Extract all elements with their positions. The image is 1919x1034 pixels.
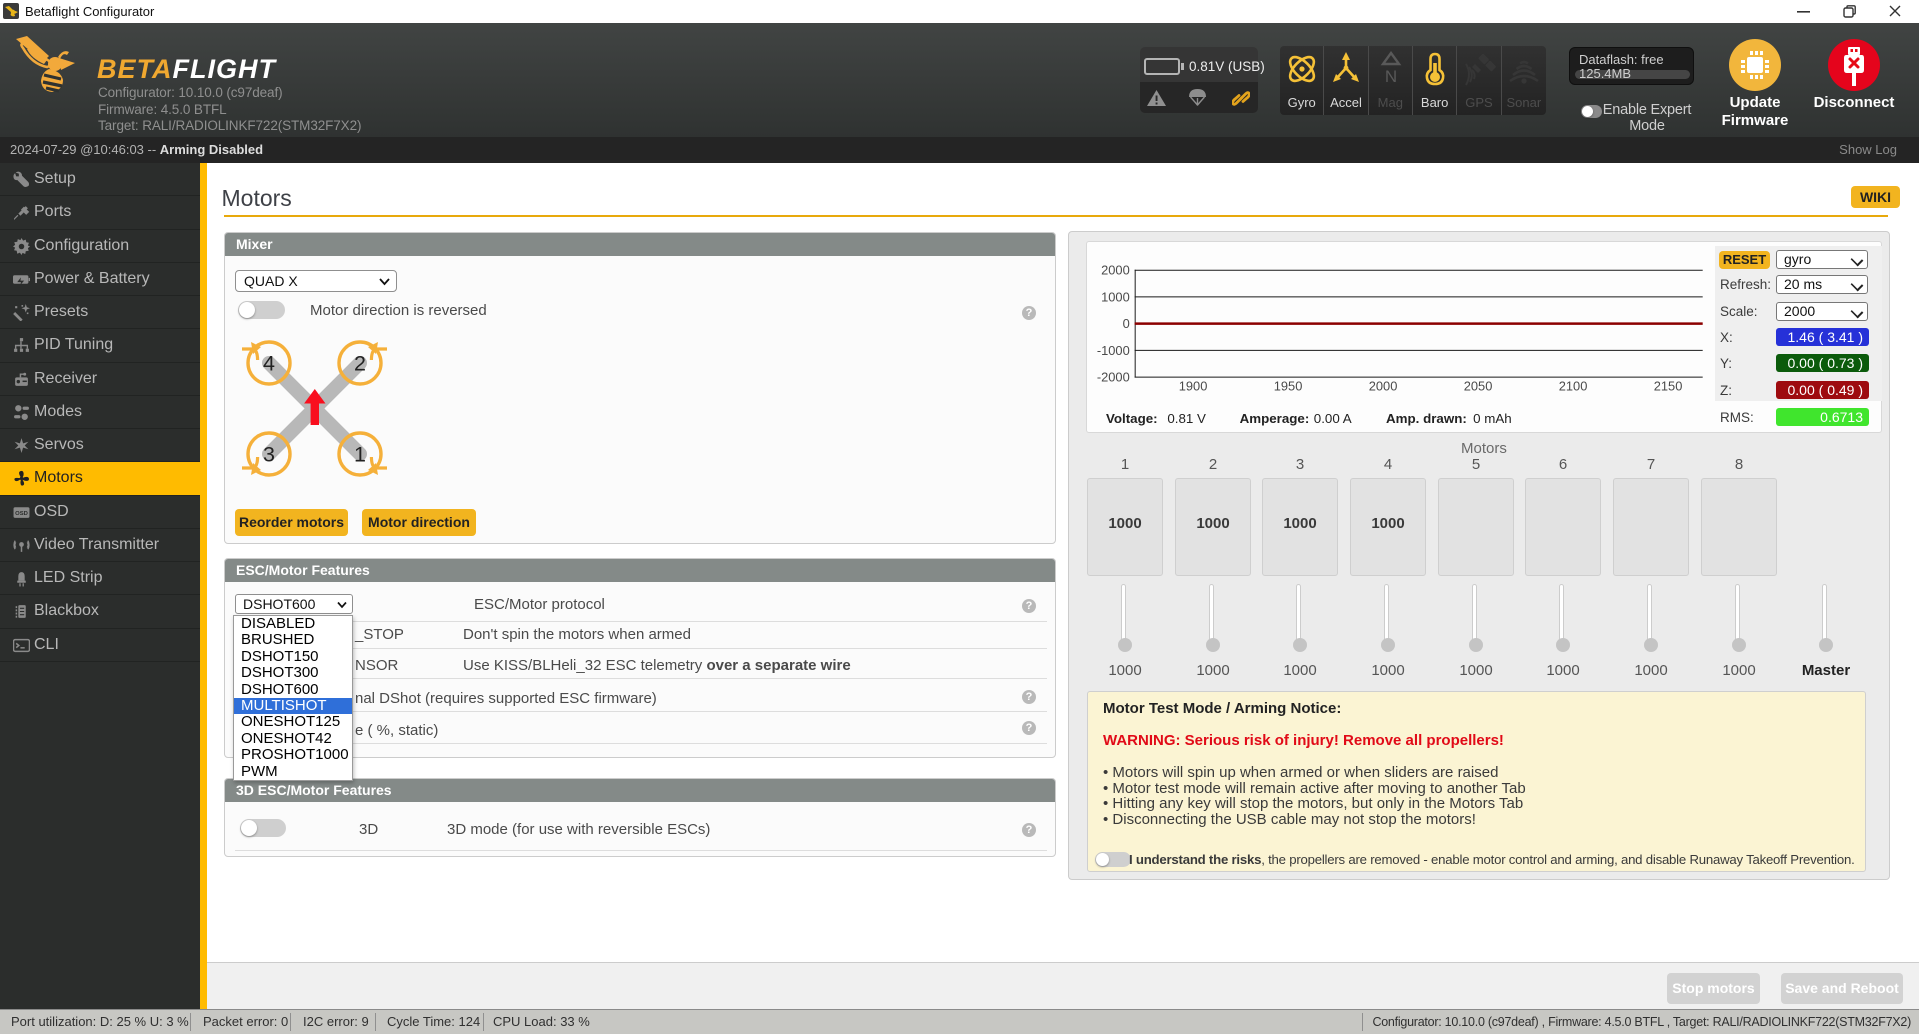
svg-text:1900: 1900 [1179, 378, 1208, 393]
svg-text:-1000: -1000 [1097, 343, 1130, 358]
svg-text:2: 2 [354, 352, 366, 376]
svg-text:0 mAh: 0 mAh [1473, 411, 1512, 426]
svg-text:1: 1 [354, 443, 366, 467]
svg-text:N: N [1385, 67, 1397, 86]
svg-text:4: 4 [263, 352, 275, 376]
svg-text:2000: 2000 [1101, 263, 1130, 278]
svg-text:Amp. drawn:: Amp. drawn: [1386, 411, 1467, 426]
svg-text:2150: 2150 [1654, 378, 1683, 393]
svg-text:Amperage:: Amperage: [1240, 411, 1310, 426]
svg-text:OSD: OSD [15, 511, 28, 517]
svg-text:0.00 A: 0.00 A [1314, 411, 1352, 426]
svg-text:3: 3 [263, 443, 275, 467]
svg-text:0.81 V: 0.81 V [1167, 411, 1206, 426]
svg-text:1950: 1950 [1274, 378, 1303, 393]
svg-text:2000: 2000 [1369, 378, 1398, 393]
svg-text:2100: 2100 [1559, 378, 1588, 393]
svg-text:Voltage:: Voltage: [1106, 411, 1158, 426]
svg-text:1000: 1000 [1101, 289, 1130, 304]
svg-text:0: 0 [1123, 316, 1130, 331]
svg-text:-2000: -2000 [1097, 370, 1130, 385]
svg-text:2050: 2050 [1464, 378, 1493, 393]
